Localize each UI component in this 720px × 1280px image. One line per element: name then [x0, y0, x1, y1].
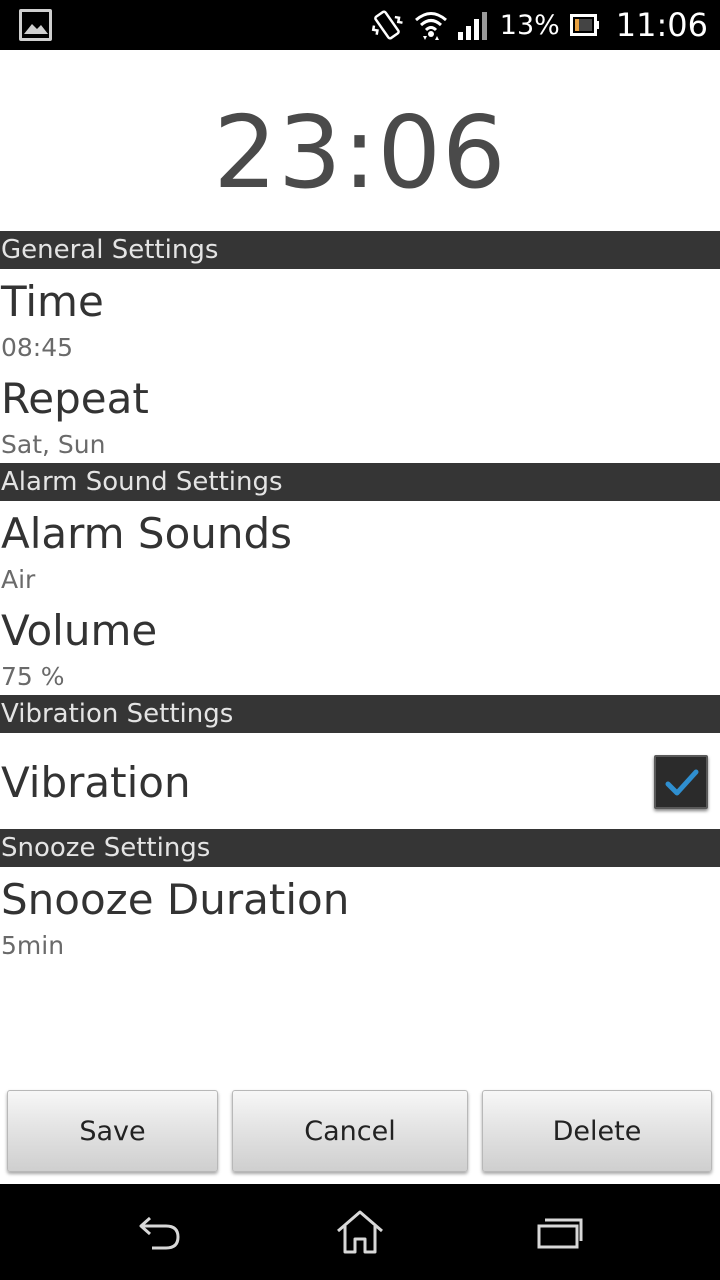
gallery-icon — [19, 9, 52, 41]
cancel-button[interactable]: Cancel — [232, 1090, 468, 1172]
setting-alarm-sounds-title: Alarm Sounds — [1, 509, 293, 558]
setting-repeat-title: Repeat — [1, 374, 149, 423]
recent-apps-icon — [537, 1218, 583, 1249]
setting-snooze-duration-value: 5min — [1, 931, 65, 960]
setting-vibration[interactable]: Vibration — [0, 733, 720, 829]
setting-time-title: Time — [1, 277, 104, 326]
home-button[interactable] — [300, 1184, 420, 1280]
back-button[interactable] — [100, 1184, 220, 1280]
wifi-icon — [414, 12, 447, 40]
save-button[interactable]: Save — [7, 1090, 218, 1172]
setting-volume-value: 75 % — [1, 662, 65, 691]
setting-time-value: 08:45 — [1, 333, 74, 362]
vibrate-icon — [371, 10, 403, 40]
setting-snooze-duration-title: Snooze Duration — [1, 875, 350, 924]
section-header-general: General Settings — [0, 231, 720, 269]
navigation-bar — [0, 1184, 720, 1280]
setting-alarm-sounds-value: Air — [1, 565, 36, 594]
status-bar: 13% 11:06 — [0, 0, 720, 50]
section-header-snooze: Snooze Settings — [0, 829, 720, 867]
back-icon — [139, 1216, 180, 1250]
setting-vibration-title: Vibration — [1, 758, 191, 807]
setting-snooze-duration[interactable]: Snooze Duration 5min — [0, 867, 720, 964]
recent-apps-button[interactable] — [500, 1184, 620, 1280]
setting-repeat-value: Sat, Sun — [1, 430, 106, 459]
battery-percent: 13% — [499, 9, 560, 41]
setting-time[interactable]: Time 08:45 — [0, 269, 720, 366]
vibration-checkbox[interactable] — [654, 755, 708, 809]
checkmark-icon — [665, 769, 699, 796]
setting-volume[interactable]: Volume 75 % — [0, 598, 720, 695]
section-header-vibration: Vibration Settings — [0, 695, 720, 733]
delete-button[interactable]: Delete — [482, 1090, 712, 1172]
setting-alarm-sounds[interactable]: Alarm Sounds Air — [0, 501, 720, 598]
setting-repeat[interactable]: Repeat Sat, Sun — [0, 366, 720, 463]
status-clock: 11:06 — [615, 6, 708, 44]
alarm-time-display: 23:06 — [213, 94, 507, 211]
home-icon — [337, 1210, 383, 1254]
section-header-alarm-sound: Alarm Sound Settings — [0, 463, 720, 501]
signal-icon — [457, 12, 487, 40]
setting-volume-title: Volume — [1, 606, 158, 655]
battery-icon — [569, 14, 599, 36]
